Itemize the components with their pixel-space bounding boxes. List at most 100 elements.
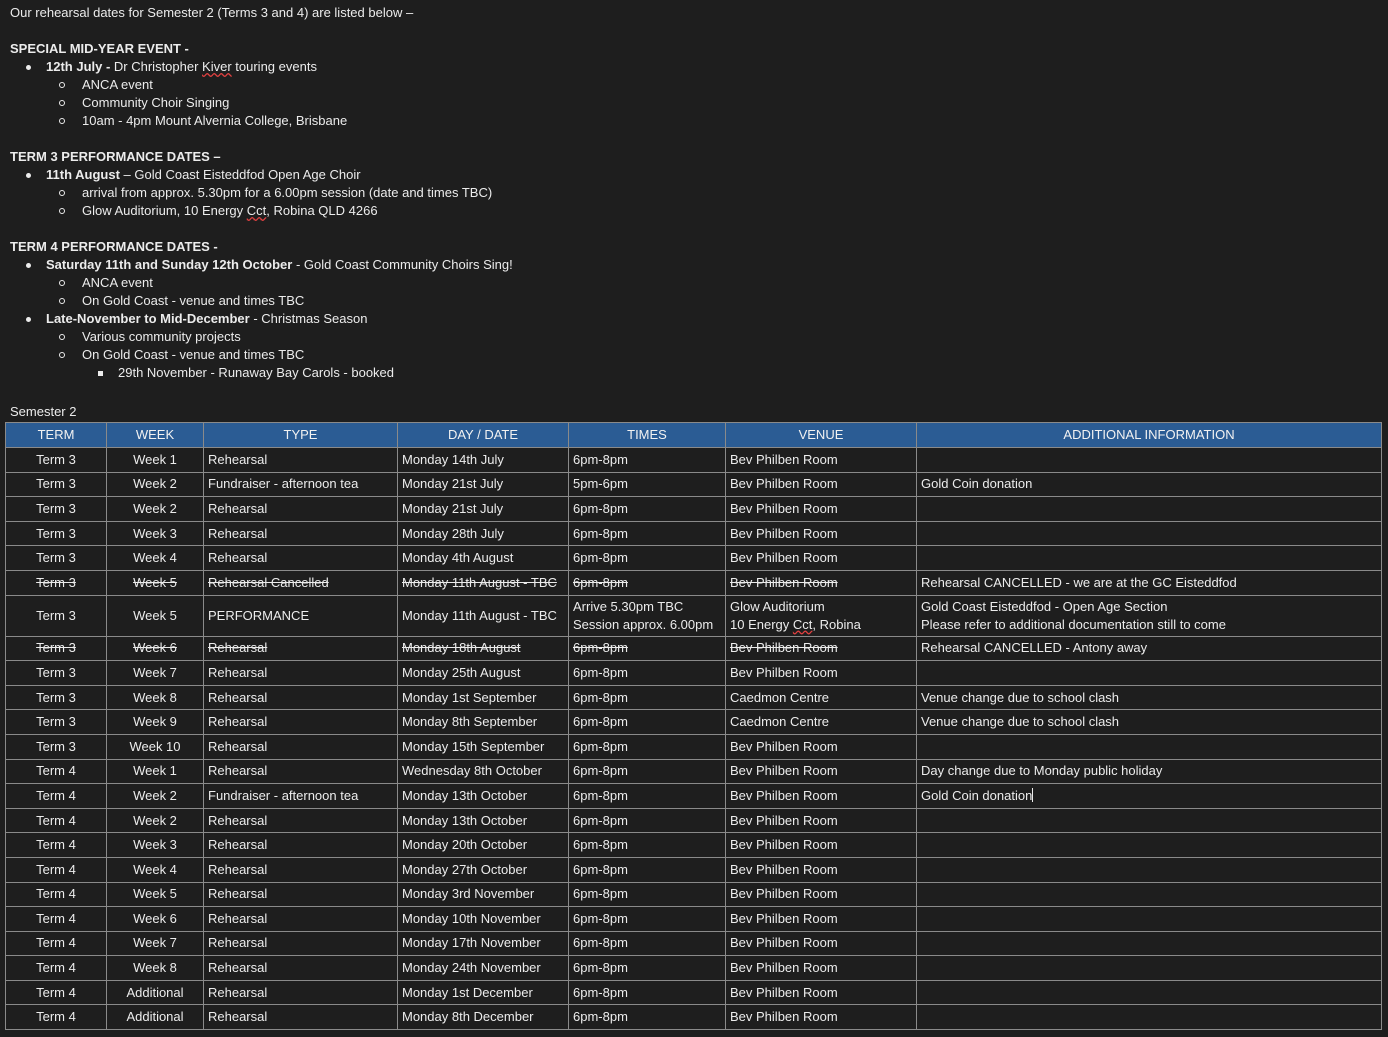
cell-date[interactable]: Monday 21st July: [397, 471, 569, 498]
cell-date[interactable]: Monday 4th August: [397, 545, 569, 571]
cell-venue[interactable]: Glow Auditorium 10 Energy Cct, Robina: [725, 594, 917, 637]
cell-type[interactable]: Rehearsal: [203, 635, 398, 662]
cell-type[interactable]: Rehearsal: [203, 758, 398, 785]
cell-times[interactable]: 6pm-8pm: [568, 979, 726, 1006]
cell-info[interactable]: [916, 660, 1382, 686]
cell-term[interactable]: Term 3: [5, 545, 107, 571]
cell-info[interactable]: [916, 447, 1382, 473]
cell-date[interactable]: Monday 8th September: [397, 709, 569, 735]
cell-venue[interactable]: Bev Philben Room: [725, 569, 917, 596]
cell-venue[interactable]: Bev Philben Room: [725, 783, 917, 809]
cell-info[interactable]: Gold Coast Eisteddfod - Open Age Section…: [916, 594, 1382, 637]
cell-info[interactable]: [916, 733, 1382, 760]
cell-date[interactable]: Monday 13th October: [397, 783, 569, 809]
cell-date[interactable]: Monday 21st July: [397, 496, 569, 522]
cell-times[interactable]: 6pm-8pm: [568, 807, 726, 834]
cell-info[interactable]: [916, 496, 1382, 522]
cell-week[interactable]: Week 1: [106, 758, 204, 785]
cell-info[interactable]: Day change due to Monday public holiday: [916, 758, 1382, 785]
cell-type[interactable]: Rehearsal: [203, 856, 398, 883]
cell-week[interactable]: Additional: [106, 1004, 204, 1031]
cell-times[interactable]: 6pm-8pm: [568, 881, 726, 908]
cell-type[interactable]: Rehearsal: [203, 733, 398, 760]
header-times[interactable]: TIMES: [568, 422, 726, 448]
cell-date[interactable]: Monday 1st December: [397, 979, 569, 1006]
cell-info[interactable]: [916, 856, 1382, 883]
cell-term[interactable]: Term 4: [5, 758, 107, 785]
cell-venue[interactable]: Bev Philben Room: [725, 930, 917, 957]
cell-venue[interactable]: Bev Philben Room: [725, 660, 917, 686]
cell-venue[interactable]: Bev Philben Room: [725, 496, 917, 522]
cell-date[interactable]: Monday 11th August - TBC: [397, 569, 569, 596]
cell-info[interactable]: [916, 832, 1382, 858]
cell-times[interactable]: 6pm-8pm: [568, 832, 726, 858]
cell-times[interactable]: 6pm-8pm: [568, 733, 726, 760]
cell-date[interactable]: Monday 14th July: [397, 447, 569, 473]
cell-term[interactable]: Term 4: [5, 979, 107, 1006]
cell-info[interactable]: [916, 979, 1382, 1006]
cell-term[interactable]: Term 3: [5, 594, 107, 637]
cell-times[interactable]: 6pm-8pm: [568, 1004, 726, 1031]
cell-venue[interactable]: Bev Philben Room: [725, 906, 917, 932]
cell-info[interactable]: Venue change due to school clash: [916, 709, 1382, 735]
header-term[interactable]: TERM: [5, 422, 107, 448]
cell-date[interactable]: Monday 13th October: [397, 807, 569, 834]
cell-term[interactable]: Term 4: [5, 1004, 107, 1031]
cell-week[interactable]: Week 3: [106, 520, 204, 547]
cell-date[interactable]: Monday 27th October: [397, 856, 569, 883]
cell-week[interactable]: Week 2: [106, 471, 204, 498]
cell-term[interactable]: Term 4: [5, 930, 107, 957]
cell-venue[interactable]: Bev Philben Room: [725, 471, 917, 498]
cell-date[interactable]: Monday 8th December: [397, 1004, 569, 1031]
cell-times[interactable]: 6pm-8pm: [568, 930, 726, 957]
cell-date[interactable]: Monday 3rd November: [397, 881, 569, 908]
cell-term[interactable]: Term 4: [5, 881, 107, 908]
cell-week[interactable]: Week 2: [106, 783, 204, 809]
cell-week[interactable]: Additional: [106, 979, 204, 1006]
cell-times[interactable]: 6pm-8pm: [568, 660, 726, 686]
cell-type[interactable]: Rehearsal: [203, 881, 398, 908]
cell-week[interactable]: Week 1: [106, 447, 204, 473]
cell-term[interactable]: Term 4: [5, 856, 107, 883]
cell-date[interactable]: Monday 28th July: [397, 520, 569, 547]
cell-info[interactable]: [916, 1004, 1382, 1031]
cell-times[interactable]: 6pm-8pm: [568, 684, 726, 711]
cell-term[interactable]: Term 3: [5, 520, 107, 547]
cell-venue[interactable]: Bev Philben Room: [725, 520, 917, 547]
cell-times[interactable]: 6pm-8pm: [568, 447, 726, 473]
cell-week[interactable]: Week 9: [106, 709, 204, 735]
cell-term[interactable]: Term 3: [5, 684, 107, 711]
cell-type[interactable]: PERFORMANCE: [203, 594, 398, 637]
cell-week[interactable]: Week 7: [106, 930, 204, 957]
cell-venue[interactable]: Bev Philben Room: [725, 807, 917, 834]
cell-times[interactable]: 6pm-8pm: [568, 758, 726, 785]
cell-type[interactable]: Rehearsal: [203, 832, 398, 858]
cell-term[interactable]: Term 4: [5, 832, 107, 858]
cell-type[interactable]: Rehearsal: [203, 1004, 398, 1031]
cell-venue[interactable]: Bev Philben Room: [725, 832, 917, 858]
cell-week[interactable]: Week 6: [106, 906, 204, 932]
cell-term[interactable]: Term 3: [5, 709, 107, 735]
cell-type[interactable]: Rehearsal: [203, 807, 398, 834]
cell-week[interactable]: Week 8: [106, 955, 204, 981]
cell-type[interactable]: Rehearsal: [203, 709, 398, 735]
cell-week[interactable]: Week 2: [106, 496, 204, 522]
cell-term[interactable]: Term 3: [5, 447, 107, 473]
cell-times[interactable]: Arrive 5.30pm TBC Session approx. 6.00pm: [568, 594, 726, 637]
cell-type[interactable]: Rehearsal: [203, 496, 398, 522]
cell-times[interactable]: 6pm-8pm: [568, 906, 726, 932]
cell-term[interactable]: Term 3: [5, 569, 107, 596]
cell-times[interactable]: 6pm-8pm: [568, 635, 726, 662]
cell-type[interactable]: Rehearsal: [203, 520, 398, 547]
cell-type[interactable]: Rehearsal: [203, 906, 398, 932]
cell-date[interactable]: Wednesday 8th October: [397, 758, 569, 785]
rehearsal-table[interactable]: TERM WEEK TYPE DAY / DATE TIMES VENUE AD…: [5, 422, 1382, 1031]
cell-week[interactable]: Week 2: [106, 807, 204, 834]
cell-week[interactable]: Week 5: [106, 594, 204, 637]
cell-term[interactable]: Term 3: [5, 496, 107, 522]
cell-info[interactable]: [916, 807, 1382, 834]
cell-type[interactable]: Rehearsal: [203, 447, 398, 473]
cell-week[interactable]: Week 5: [106, 881, 204, 908]
cell-term[interactable]: Term 4: [5, 906, 107, 932]
cell-type[interactable]: Rehearsal Cancelled: [203, 569, 398, 596]
